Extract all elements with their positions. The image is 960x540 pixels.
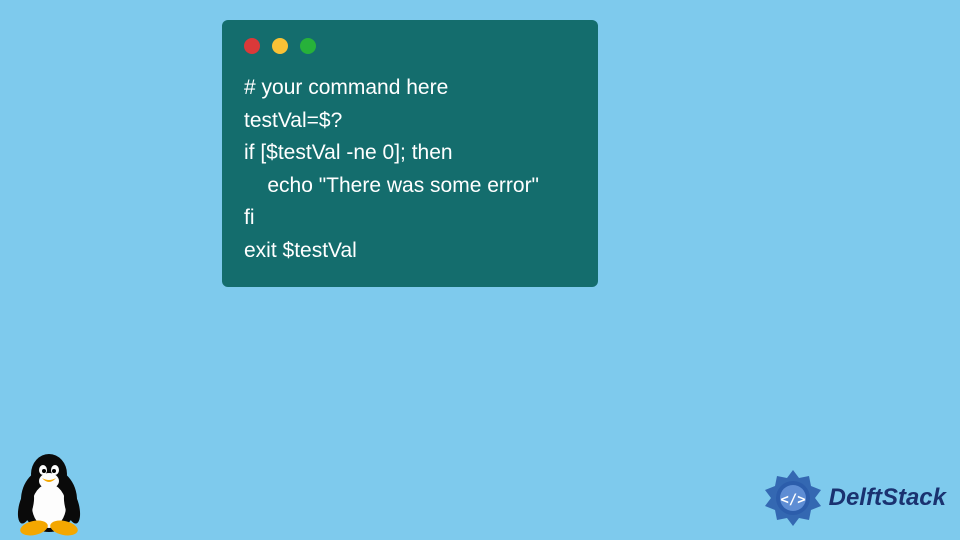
brand-name: DelftStack [829, 484, 946, 512]
minimize-icon[interactable] [272, 38, 288, 54]
svg-text:</>: </> [780, 492, 805, 508]
code-block: # your command here testVal=$? if [$test… [244, 72, 576, 267]
window-titlebar [244, 38, 576, 54]
delftstack-logo: </> DelftStack [763, 468, 946, 528]
terminal-window: # your command here testVal=$? if [$test… [222, 20, 598, 287]
close-icon[interactable] [244, 38, 260, 54]
maximize-icon[interactable] [300, 38, 316, 54]
delftstack-badge-icon: </> [763, 468, 823, 528]
tux-penguin-icon [12, 448, 86, 536]
